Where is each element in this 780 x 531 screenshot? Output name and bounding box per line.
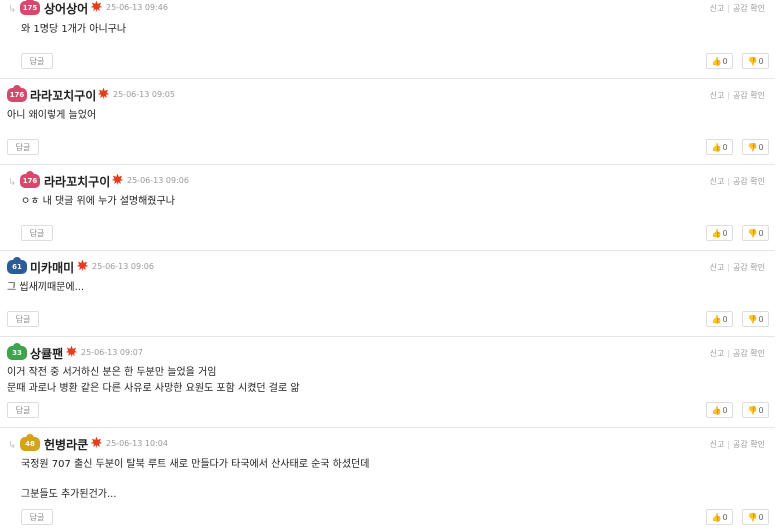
- maple-leaf-icon: [65, 345, 78, 358]
- comment-author[interactable]: 헌병라쿤: [44, 436, 88, 453]
- comment-header: ↳ 48 헌병라쿤 25-06-13 10:04 신고 | 공감 확인: [0, 434, 775, 453]
- comment-author[interactable]: 미카매미: [30, 259, 74, 276]
- reply-button[interactable]: 답글: [21, 509, 53, 525]
- comment-text-line: 그분들도 추가된건가...: [21, 489, 117, 500]
- thumbs-up-icon: 👍: [711, 229, 722, 238]
- report-link[interactable]: 신고: [710, 91, 725, 100]
- comment-header: ↳ 175 상어상어 25-06-13 09:46 신고 | 공감 확인: [0, 0, 775, 17]
- report-link[interactable]: 신고: [710, 349, 725, 358]
- view-likes-link[interactable]: 공감 확인: [733, 177, 765, 186]
- comment-author[interactable]: 상큘팬: [30, 345, 63, 362]
- comment-text-line: 문때 과로나 병환 같은 다른 사유로 사망한 요원도 포함 시켰던 걸로 앎: [7, 383, 300, 394]
- reply-arrow-icon: ↳: [8, 4, 17, 15]
- thumbs-down-icon: 👎: [747, 315, 758, 324]
- report-link[interactable]: 신고: [710, 263, 725, 272]
- downvote-button[interactable]: 👎0: [742, 311, 769, 327]
- comment-text-line: 국정원 707 출신 두분이 탈북 루트 새로 만들다가 타국에서 산사태로 순…: [21, 459, 370, 470]
- thumbs-down-icon: 👎: [747, 513, 758, 522]
- comment-actions: 신고 | 공감 확인: [709, 4, 765, 13]
- comment-item: ↳ 48 헌병라쿤 25-06-13 10:04 신고 | 공감 확인 국정원 70…: [0, 428, 775, 531]
- downvote-button[interactable]: 👎0: [742, 53, 769, 69]
- maple-leaf-icon: [97, 87, 110, 100]
- comment-header: ↳ 176 라라꼬치구이 25-06-13 09:06 신고 | 공감 확인: [0, 171, 775, 190]
- maple-leaf-icon: [111, 173, 124, 186]
- downvote-button[interactable]: 👎0: [742, 402, 769, 418]
- comment-item: 61 미카매미 25-06-13 09:06 신고 | 공감 확인 그 씹새끼때문에…: [0, 251, 775, 337]
- comment-text: 그 씹새끼때문에...: [7, 282, 85, 293]
- comment-date: 25-06-13 09:06: [127, 176, 189, 185]
- comment-date: 25-06-13 09:07: [81, 348, 143, 357]
- thumbs-down-icon: 👎: [747, 406, 758, 415]
- comment-author[interactable]: 라라꼬치구이: [44, 173, 110, 190]
- report-link[interactable]: 신고: [710, 177, 725, 186]
- downvote-button[interactable]: 👎0: [742, 225, 769, 241]
- maple-leaf-icon: [76, 259, 89, 272]
- comment-date: 25-06-13 09:05: [113, 90, 175, 99]
- comment-actions: 신고 | 공감 확인: [709, 263, 765, 272]
- view-likes-link[interactable]: 공감 확인: [733, 349, 765, 358]
- thumbs-up-icon: 👍: [711, 406, 722, 415]
- view-likes-link[interactable]: 공감 확인: [733, 263, 765, 272]
- comment-actions: 신고 | 공감 확인: [709, 349, 765, 358]
- upvote-button[interactable]: 👍0: [706, 509, 733, 525]
- reply-button[interactable]: 답글: [7, 139, 39, 155]
- comment-item: ↳ 176 라라꼬치구이 25-06-13 09:06 신고 | 공감 확인 ㅇㅎ …: [0, 165, 775, 251]
- view-likes-link[interactable]: 공감 확인: [733, 440, 765, 449]
- thumbs-up-icon: 👍: [711, 315, 722, 324]
- reply-arrow-icon: ↳: [8, 177, 17, 188]
- downvote-button[interactable]: 👎0: [742, 139, 769, 155]
- comment-date: 25-06-13 09:06: [92, 262, 154, 271]
- level-badge: 176: [20, 171, 40, 188]
- comment-author[interactable]: 상어상어: [44, 0, 88, 17]
- upvote-button[interactable]: 👍0: [706, 225, 733, 241]
- comment-date: 25-06-13 10:04: [106, 439, 168, 448]
- comment-item: ↳ 175 상어상어 25-06-13 09:46 신고 | 공감 확인 와 1명당…: [0, 0, 775, 79]
- thumbs-down-icon: 👎: [747, 229, 758, 238]
- level-badge: 175: [20, 0, 40, 15]
- thumbs-up-icon: 👍: [711, 57, 722, 66]
- level-badge: 48: [20, 434, 40, 451]
- comment-item: 33 상큘팬 25-06-13 09:07 신고 | 공감 확인 이거 작전 중 서…: [0, 337, 775, 428]
- comment-text-line: 이거 작전 중 서거하신 분은 한 두분만 늘었을 거임: [7, 367, 217, 378]
- thumbs-down-icon: 👎: [747, 57, 758, 66]
- thumbs-down-icon: 👎: [747, 143, 758, 152]
- thumbs-up-icon: 👍: [711, 143, 722, 152]
- comment-author[interactable]: 라라꼬치구이: [30, 87, 96, 104]
- comment-text: 와 1명당 1개가 아니구나: [21, 24, 127, 35]
- comment-text: 아니 왜이렇게 늘었어: [7, 110, 97, 121]
- reply-button[interactable]: 답글: [7, 311, 39, 327]
- comment-date: 25-06-13 09:46: [106, 3, 168, 12]
- comment-header: 176 라라꼬치구이 25-06-13 09:05 신고 | 공감 확인: [0, 85, 775, 104]
- report-link[interactable]: 신고: [710, 4, 725, 13]
- reply-arrow-icon: ↳: [8, 440, 17, 451]
- upvote-button[interactable]: 👍0: [706, 53, 733, 69]
- comment-text: ㅇㅎ 내 댓글 위에 누가 설명해줬구나: [21, 196, 175, 207]
- upvote-button[interactable]: 👍0: [706, 402, 733, 418]
- view-likes-link[interactable]: 공감 확인: [733, 91, 765, 100]
- maple-leaf-icon: [90, 0, 103, 13]
- comment-header: 33 상큘팬 25-06-13 09:07 신고 | 공감 확인: [0, 343, 775, 362]
- upvote-button[interactable]: 👍0: [706, 139, 733, 155]
- reply-button[interactable]: 답글: [21, 225, 53, 241]
- reply-button[interactable]: 답글: [21, 53, 53, 69]
- comment-actions: 신고 | 공감 확인: [709, 440, 765, 449]
- comment-header: 61 미카매미 25-06-13 09:06 신고 | 공감 확인: [0, 257, 775, 276]
- comment-item: 176 라라꼬치구이 25-06-13 09:05 신고 | 공감 확인 아니 왜이…: [0, 79, 775, 165]
- comment-actions: 신고 | 공감 확인: [709, 91, 765, 100]
- thumbs-up-icon: 👍: [711, 513, 722, 522]
- maple-leaf-icon: [90, 436, 103, 449]
- report-link[interactable]: 신고: [710, 440, 725, 449]
- level-badge: 176: [7, 85, 27, 102]
- reply-button[interactable]: 답글: [7, 402, 39, 418]
- upvote-button[interactable]: 👍0: [706, 311, 733, 327]
- comment-actions: 신고 | 공감 확인: [709, 177, 765, 186]
- downvote-button[interactable]: 👎0: [742, 509, 769, 525]
- view-likes-link[interactable]: 공감 확인: [733, 4, 765, 13]
- level-badge: 61: [7, 257, 27, 274]
- level-badge: 33: [7, 343, 27, 360]
